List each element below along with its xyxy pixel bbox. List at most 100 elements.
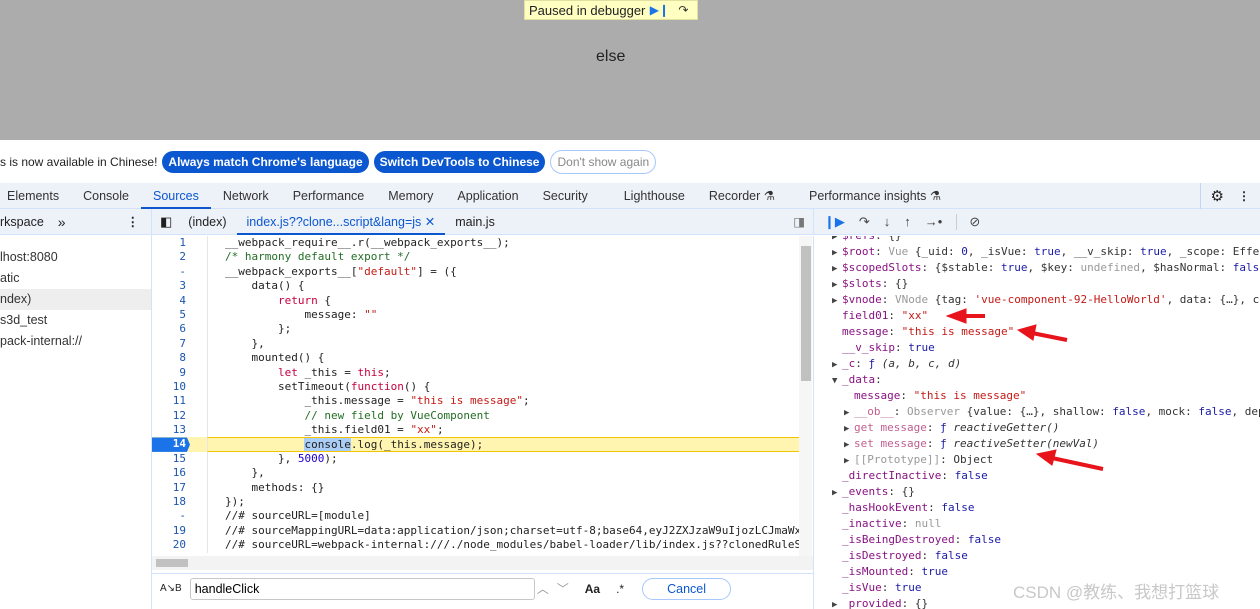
resume-icon[interactable]: ❙▶ — [824, 214, 845, 230]
regex-button[interactable]: .* — [616, 582, 624, 596]
always-match-language-button[interactable]: Always match Chrome's language — [162, 150, 369, 173]
code-line[interactable]: 8 mounted() { — [152, 351, 799, 366]
expand-triangle-icon[interactable]: ▶ — [844, 405, 854, 421]
navigator-menu-icon[interactable]: ⋮ — [127, 214, 140, 229]
tab-memory[interactable]: Memory — [376, 183, 445, 209]
expand-triangle-icon[interactable]: ▶ — [844, 453, 854, 469]
code-line[interactable]: 7 }, — [152, 336, 799, 352]
toggle-debugger-icon[interactable]: ◨ — [793, 214, 805, 229]
code-line[interactable]: 16 }, — [152, 466, 799, 481]
code-line[interactable]: 17 methods: {} — [152, 480, 799, 496]
line-number[interactable]: 18 — [152, 495, 190, 509]
line-number[interactable]: 5 — [152, 308, 190, 322]
scope-property[interactable]: ▶ $slots: {} — [814, 276, 1260, 292]
expand-triangle-icon[interactable]: ▶ — [844, 437, 854, 453]
line-number[interactable]: 6 — [152, 322, 190, 336]
line-number[interactable]: - — [152, 265, 190, 279]
editor-tab-main-js[interactable]: main.js — [445, 209, 505, 235]
expand-triangle-icon[interactable]: ▶ — [844, 421, 854, 437]
match-case-button[interactable]: Aa — [585, 582, 600, 596]
code-line[interactable]: 18}); — [152, 495, 799, 510]
line-number[interactable]: 2 — [152, 250, 190, 264]
previous-match-icon[interactable]: ︿ — [537, 580, 549, 597]
tree-item-static[interactable]: atic — [0, 268, 151, 289]
code-line[interactable]: 2 /* harmony default export */ — [152, 250, 799, 265]
tab-network[interactable]: Network — [211, 183, 281, 209]
code-line[interactable]: - __webpack_exports__["default"] = ({ — [152, 264, 799, 280]
line-number[interactable]: 16 — [152, 466, 190, 480]
tree-item-localhost[interactable]: lhost:8080 — [0, 247, 151, 268]
tab-elements[interactable]: Elements — [0, 183, 71, 209]
editor-vertical-scrollbar[interactable] — [799, 236, 812, 556]
scope-property[interactable]: ▶ $scopedSlots: {$stable: true, $key: und… — [814, 260, 1260, 276]
scope-property[interactable]: _directInactive: false — [814, 468, 1260, 484]
scope-property[interactable]: ▶ _c: ƒ (a, b, c, d) — [814, 356, 1260, 372]
line-number[interactable]: 11 — [152, 394, 190, 408]
code-line[interactable]: 12 // new field by VueComponent — [152, 408, 799, 424]
step-icon[interactable]: →• — [925, 214, 943, 229]
code-line[interactable]: 20 //# sourceURL=webpack-internal:///./no… — [152, 538, 799, 553]
scroll-thumb[interactable] — [801, 246, 811, 381]
search-input[interactable] — [189, 577, 535, 600]
settings-gear-icon[interactable]: ⚙ — [1211, 187, 1224, 205]
code-line[interactable]: 19 //# sourceMappingURL=data:application/… — [152, 523, 799, 539]
code-line[interactable]: 10 setTimeout(function() { — [152, 379, 799, 395]
tab-application[interactable]: Application — [445, 183, 530, 209]
step-over-icon[interactable]: ↷ — [673, 1, 693, 19]
line-number[interactable]: - — [152, 509, 190, 523]
step-into-icon[interactable]: ↓ — [884, 214, 891, 229]
editor-horizontal-scrollbar[interactable] — [152, 556, 813, 570]
code-line[interactable]: 3 data() { — [152, 279, 799, 294]
step-out-icon[interactable]: ↑ — [904, 214, 911, 229]
expand-triangle-icon[interactable]: ▶ — [832, 293, 842, 309]
code-line[interactable]: 5 message: "" — [152, 307, 799, 323]
replace-toggle-icon[interactable]: A↘B — [160, 583, 182, 594]
scope-property[interactable]: field01: "xx" — [814, 308, 1260, 324]
scope-property[interactable]: _isDestroyed: false — [814, 548, 1260, 564]
expanded-triangle-icon[interactable]: ▼ — [832, 373, 842, 389]
deactivate-breakpoints-icon[interactable]: ⊘ — [956, 213, 980, 230]
toggle-navigator-icon[interactable]: ◧ — [160, 214, 172, 230]
scope-property[interactable]: message: "this is message" — [814, 388, 1260, 404]
expand-triangle-icon[interactable]: ▶ — [832, 261, 842, 277]
scope-property[interactable]: message: "this is message" — [814, 324, 1260, 340]
scope-property[interactable]: _isBeingDestroyed: false — [814, 532, 1260, 548]
code-line[interactable]: 15 }, 5000); — [152, 451, 799, 467]
line-number[interactable]: 12 — [152, 409, 190, 423]
scroll-thumb[interactable] — [156, 559, 188, 567]
line-number[interactable]: 20 — [152, 538, 190, 552]
editor-tab-index-js[interactable]: index.js??clone...script&lang=js ✕ — [236, 209, 446, 235]
line-number[interactable]: 17 — [152, 481, 190, 495]
line-number[interactable]: 4 — [152, 294, 190, 308]
code-line[interactable]: 11 _this.message = "this is message"; — [152, 394, 799, 409]
line-number[interactable]: 3 — [152, 279, 190, 293]
line-number[interactable]: 14 — [152, 437, 190, 452]
scope-property[interactable]: ▶ $vnode: VNode {tag: 'vue-component-92-H… — [814, 292, 1260, 308]
code-line[interactable]: 6 }; — [152, 322, 799, 337]
line-number[interactable]: 10 — [152, 380, 190, 394]
scope-property[interactable]: ▶ __ob__: Observer {value: {…}, shallow: … — [814, 404, 1260, 420]
tree-item-webpack-internal[interactable]: pack-internal:// — [0, 331, 151, 352]
code-line[interactable]: 13 _this.field01 = "xx"; — [152, 423, 799, 438]
code-line[interactable]: - //# sourceURL=[module] — [152, 509, 799, 524]
scope-property[interactable]: ▶ _events: {} — [814, 484, 1260, 500]
tab-performance[interactable]: Performance — [281, 183, 377, 209]
more-options-icon[interactable]: ⋮ — [1238, 189, 1250, 203]
tree-item-index[interactable]: ndex) — [0, 289, 151, 310]
close-tab-icon[interactable]: ✕ — [425, 215, 435, 229]
expand-triangle-icon[interactable]: ▶ — [832, 277, 842, 293]
line-number[interactable]: 9 — [152, 366, 190, 380]
scope-property[interactable]: ▶ set message: ƒ reactiveSetter(newVal) — [814, 436, 1260, 452]
code-line[interactable]: 4 return { — [152, 293, 799, 308]
scope-property[interactable]: ▶$refs: {} — [814, 236, 1260, 244]
next-match-icon[interactable]: ﹀ — [557, 580, 569, 597]
line-number[interactable]: 8 — [152, 351, 190, 365]
tab-security[interactable]: Security — [531, 183, 600, 209]
tab-recorder[interactable]: Recorder ⚗ — [697, 183, 787, 209]
scope-property[interactable]: ▶ $root: Vue {_uid: 0, _isVue: true, __v_… — [814, 244, 1260, 260]
switch-to-chinese-button[interactable]: Switch DevTools to Chinese — [373, 150, 546, 173]
step-over-icon[interactable]: ↷ — [859, 214, 870, 230]
line-number[interactable]: 15 — [152, 452, 190, 466]
expand-triangle-icon[interactable]: ▶ — [832, 245, 842, 261]
line-number[interactable]: 13 — [152, 423, 190, 437]
